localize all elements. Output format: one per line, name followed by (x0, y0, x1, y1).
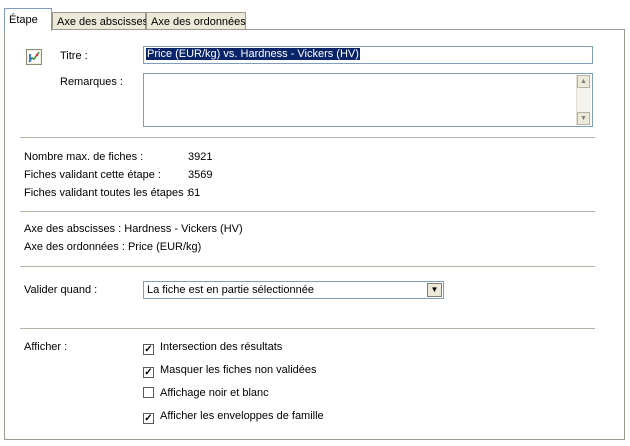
divider (20, 211, 595, 213)
option-label: Intersection des résultats (160, 341, 283, 353)
tab-etape[interactable]: Étape (4, 8, 52, 31)
option-label: Masquer les fiches non validées (160, 364, 317, 376)
stat-label-max: Nombre max. de fiches : (24, 151, 144, 163)
divider (20, 328, 595, 330)
option-family-envelopes[interactable]: ✓ Afficher les enveloppes de famille (143, 410, 324, 424)
remarks-scrollbar[interactable]: ▲ ▼ (576, 75, 591, 125)
arrow-down-icon[interactable]: ▼ (577, 112, 590, 125)
option-label: Afficher les enveloppes de famille (160, 410, 324, 422)
tab-label: Axe des abscisses (57, 16, 149, 28)
option-label: Affichage noir et blanc (160, 387, 269, 399)
divider (20, 266, 595, 268)
stat-value-step: 3569 (188, 169, 213, 181)
tab-axe-abscisses[interactable]: Axe des abscisses (52, 12, 149, 29)
option-black-white[interactable]: Affichage noir et blanc (143, 387, 269, 401)
stat-value-all: 61 (188, 187, 201, 199)
validate-label: Valider quand : (24, 284, 98, 296)
chevron-down-icon[interactable]: ▼ (427, 283, 442, 297)
arrow-up-icon[interactable]: ▲ (577, 75, 590, 88)
checkbox[interactable] (143, 387, 154, 398)
checkbox[interactable]: ✓ (143, 413, 154, 424)
option-intersection[interactable]: ✓ Intersection des résultats (143, 341, 282, 355)
stat-label-step: Fiches validant cette étape : (24, 169, 161, 181)
tab-axe-ordonnees[interactable]: Axe des ordonnées (146, 12, 246, 29)
validate-selected: La fiche est en partie sélectionnée (147, 284, 314, 296)
option-hide-unvalidated[interactable]: ✓ Masquer les fiches non validées (143, 364, 317, 378)
checkbox[interactable]: ✓ (143, 367, 154, 378)
divider (20, 137, 595, 139)
title-value: Price (EUR/kg) vs. Hardness - Vickers (H… (146, 48, 360, 60)
display-label: Afficher : (24, 341, 68, 353)
checkbox[interactable]: ✓ (143, 344, 154, 355)
x-axis-info: Axe des abscisses : Hardness - Vickers (… (24, 223, 243, 235)
y-axis-info: Axe des ordonnées : Price (EUR/kg) (24, 241, 202, 253)
remarks-label: Remarques : (60, 76, 123, 88)
tab-label: Étape (9, 14, 38, 26)
tab-label: Axe des ordonnées (151, 16, 246, 28)
title-input[interactable]: Price (EUR/kg) vs. Hardness - Vickers (H… (143, 46, 593, 64)
validate-select[interactable]: La fiche est en partie sélectionnée ▼ (143, 281, 444, 299)
stat-label-all: Fiches validant toutes les étapes : (24, 187, 190, 199)
chart-icon (26, 49, 42, 65)
remarks-textarea[interactable]: ▲ ▼ (143, 73, 593, 127)
title-label: Titre : (60, 50, 88, 62)
stat-value-max: 3921 (188, 151, 213, 163)
